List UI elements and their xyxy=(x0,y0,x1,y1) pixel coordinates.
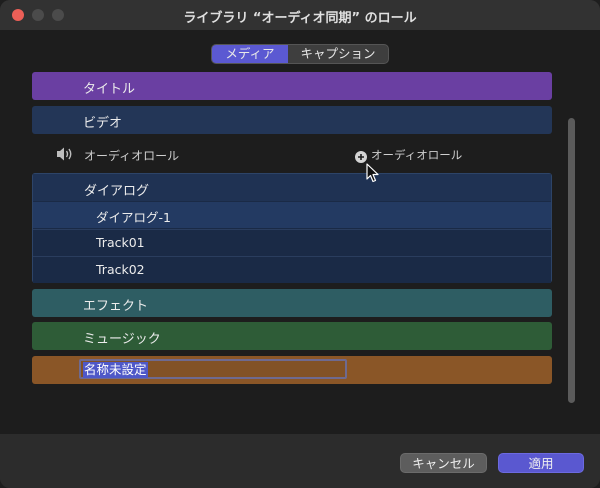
role-type-segmented-control: メディア キャプション xyxy=(211,44,389,64)
apply-button[interactable]: 適用 xyxy=(498,453,584,473)
dialog-footer: キャンセル 適用 xyxy=(0,434,600,488)
roles-list: タイトル ビデオ オーディオロール オーディオロール ダイアログ ダイアログ-1… xyxy=(32,71,552,391)
speaker-icon xyxy=(56,146,74,166)
role-row-dialogue[interactable]: ダイアログ xyxy=(33,174,551,201)
scrollbar-thumb[interactable] xyxy=(568,118,575,403)
roles-window: ライブラリ “オーディオ同期” のロール メディア キャプション タイトル ビデ… xyxy=(0,0,600,488)
subrole-label: Track02 xyxy=(96,262,145,277)
cancel-button[interactable]: キャンセル xyxy=(400,453,487,473)
subrole-row[interactable]: ダイアログ-1 xyxy=(33,202,551,228)
subrole-label: Track01 xyxy=(96,235,145,250)
add-audio-role-label: オーディオロール xyxy=(371,148,463,162)
tab-media[interactable]: メディア xyxy=(212,45,288,63)
role-name-text: 名称未設定 xyxy=(83,362,148,378)
role-label: ミュージック xyxy=(83,332,161,347)
role-row-effects[interactable]: エフェクト xyxy=(32,289,552,317)
audio-roles-header: オーディオロール オーディオロール xyxy=(32,143,552,167)
role-label: エフェクト xyxy=(83,299,149,314)
role-label: ダイアログ xyxy=(84,184,150,199)
dialogue-role-group: ダイアログ ダイアログ-1 Track01 Track02 xyxy=(32,173,552,283)
tab-captions[interactable]: キャプション xyxy=(288,45,388,63)
subrole-label: ダイアログ-1 xyxy=(96,210,171,225)
role-label: ビデオ xyxy=(83,116,123,131)
vertical-scrollbar[interactable] xyxy=(567,75,577,405)
subrole-row[interactable]: Track02 xyxy=(33,256,551,283)
role-name-field[interactable]: 名称未設定 xyxy=(79,359,347,379)
role-row-titles[interactable]: タイトル xyxy=(32,72,552,100)
role-label: タイトル xyxy=(83,82,136,97)
subrole-row[interactable]: Track01 xyxy=(33,229,551,256)
audio-roles-label: オーディオロール xyxy=(84,149,180,163)
title-bar: ライブラリ “オーディオ同期” のロール xyxy=(0,0,600,30)
role-row-music[interactable]: ミュージック xyxy=(32,322,552,350)
mouse-pointer-icon xyxy=(366,163,380,187)
role-row-unnamed[interactable]: 名称未設定 xyxy=(32,356,552,384)
role-row-video[interactable]: ビデオ xyxy=(32,106,552,134)
window-title: ライブラリ “オーディオ同期” のロール xyxy=(183,11,417,26)
